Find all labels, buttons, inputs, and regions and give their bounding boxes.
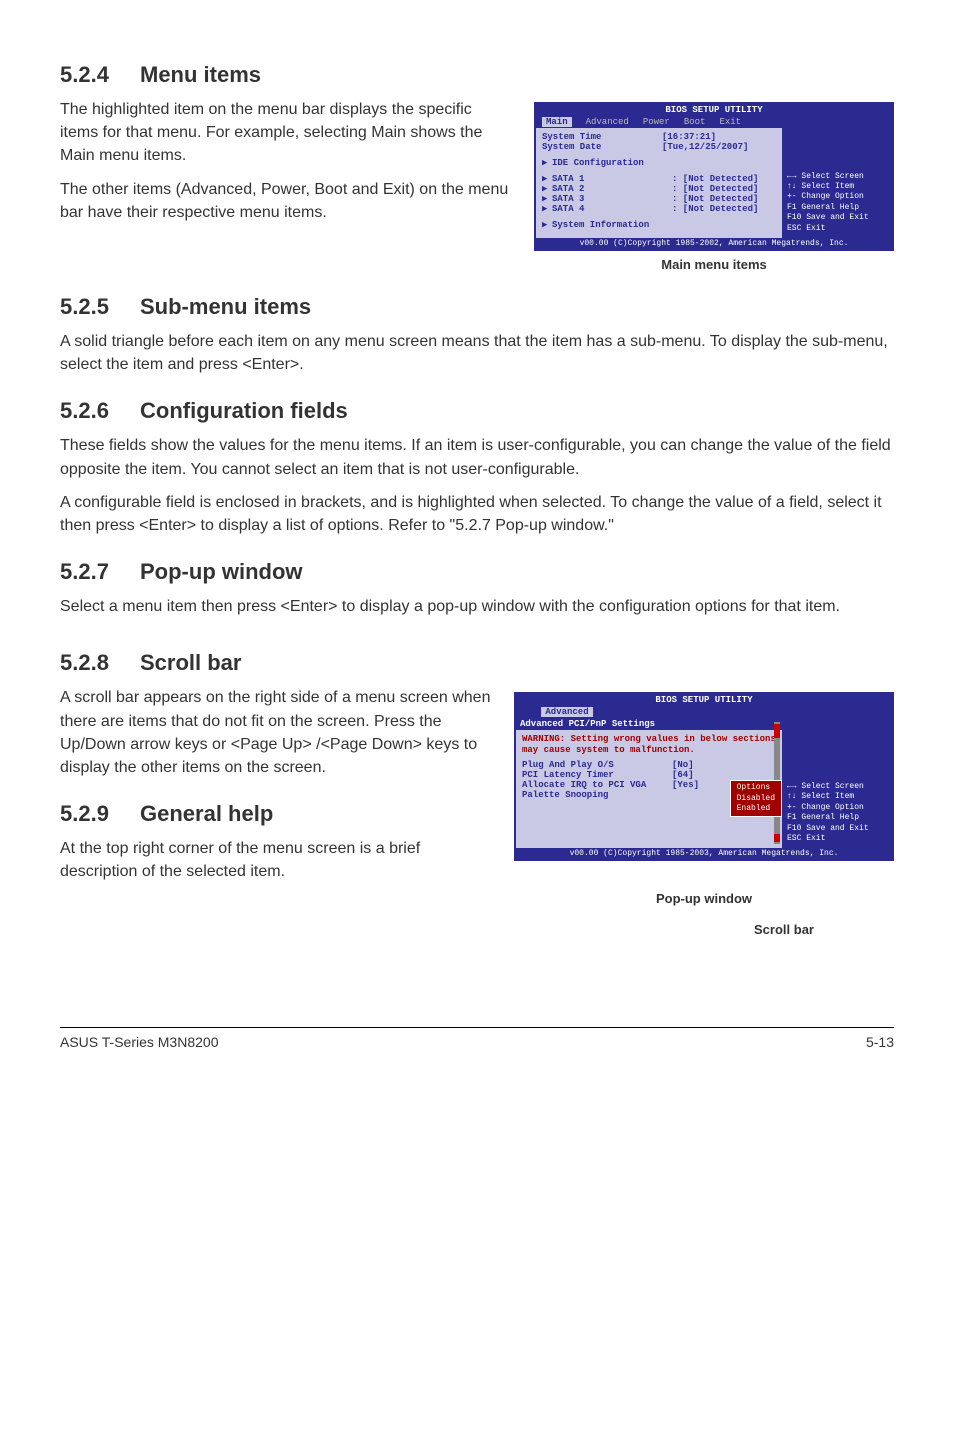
tab-advanced: Advanced <box>586 117 629 127</box>
bios-menubar: Main Advanced Power Boot Exit <box>536 116 892 128</box>
bios-copyright: v00.00 (C)Copyright 1985-2002, American … <box>536 238 892 249</box>
heading-524: 5.2.4Menu items <box>60 62 894 88</box>
p-525-1: A solid triangle before each item on any… <box>60 330 894 376</box>
tab-advanced: Advanced <box>541 707 592 717</box>
tab-power: Power <box>643 117 670 127</box>
triangle-icon: ▶ <box>542 158 552 168</box>
footer-left: ASUS T-Series M3N8200 <box>60 1034 218 1050</box>
bios-title: BIOS SETUP UTILITY <box>536 104 892 116</box>
tab-exit: Exit <box>719 117 741 127</box>
adv-subheading: Advanced PCI/PnP Settings <box>516 718 782 730</box>
heading-528: 5.2.8Scroll bar <box>60 650 894 676</box>
bios-legend: ←→ Select Screen ↑↓ Select Item +- Chang… <box>782 718 892 848</box>
p-526-2: A configurable field is enclosed in brac… <box>60 491 894 537</box>
tab-main: Main <box>542 117 572 127</box>
p-527-1: Select a menu item then press <Enter> to… <box>60 595 894 618</box>
bios-title: BIOS SETUP UTILITY <box>516 694 892 706</box>
p-524-1: The highlighted item on the menu bar dis… <box>60 98 514 168</box>
scrollbar-thumb <box>774 724 780 738</box>
bios-copyright: v00.00 (C)Copyright 1985-2003, American … <box>516 848 892 859</box>
heading-527: 5.2.7Pop-up window <box>60 559 894 585</box>
triangle-icon: ▶ <box>542 194 552 204</box>
triangle-icon: ▶ <box>542 184 552 194</box>
scrollbar-thumb <box>774 834 780 842</box>
triangle-icon: ▶ <box>542 174 552 184</box>
tab-boot: Boot <box>684 117 706 127</box>
bios-advanced-screenshot: BIOS SETUP UTILITY . Advanced Advanced P… <box>514 692 894 937</box>
p-528-1: A scroll bar appears on the right side o… <box>60 686 500 779</box>
bios-legend: ←→ Select Screen ↑↓ Select Item +- Chang… <box>782 128 892 238</box>
bios-menubar-adv: . Advanced <box>516 706 892 718</box>
popup-window: Options Disabled Enabled <box>730 780 782 817</box>
bios-main-screenshot: BIOS SETUP UTILITY Main Advanced Power B… <box>534 102 894 272</box>
caption-main-menu: Main menu items <box>534 257 894 272</box>
triangle-icon: ▶ <box>542 204 552 214</box>
p-529-1: At the top right corner of the menu scre… <box>60 837 500 883</box>
heading-526: 5.2.6Configuration fields <box>60 398 894 424</box>
footer-page-number: 5-13 <box>866 1034 894 1050</box>
warning-text: WARNING: Setting wrong values in below s… <box>522 734 776 756</box>
p-524-2: The other items (Advanced, Power, Boot a… <box>60 178 514 224</box>
caption-scrollbar: Scroll bar <box>674 922 894 937</box>
triangle-icon: ▶ <box>542 220 552 230</box>
p-526-1: These fields show the values for the men… <box>60 434 894 480</box>
heading-525: 5.2.5Sub-menu items <box>60 294 894 320</box>
page-footer: ASUS T-Series M3N8200 5-13 <box>60 1027 894 1050</box>
caption-popup: Pop-up window <box>514 891 894 906</box>
